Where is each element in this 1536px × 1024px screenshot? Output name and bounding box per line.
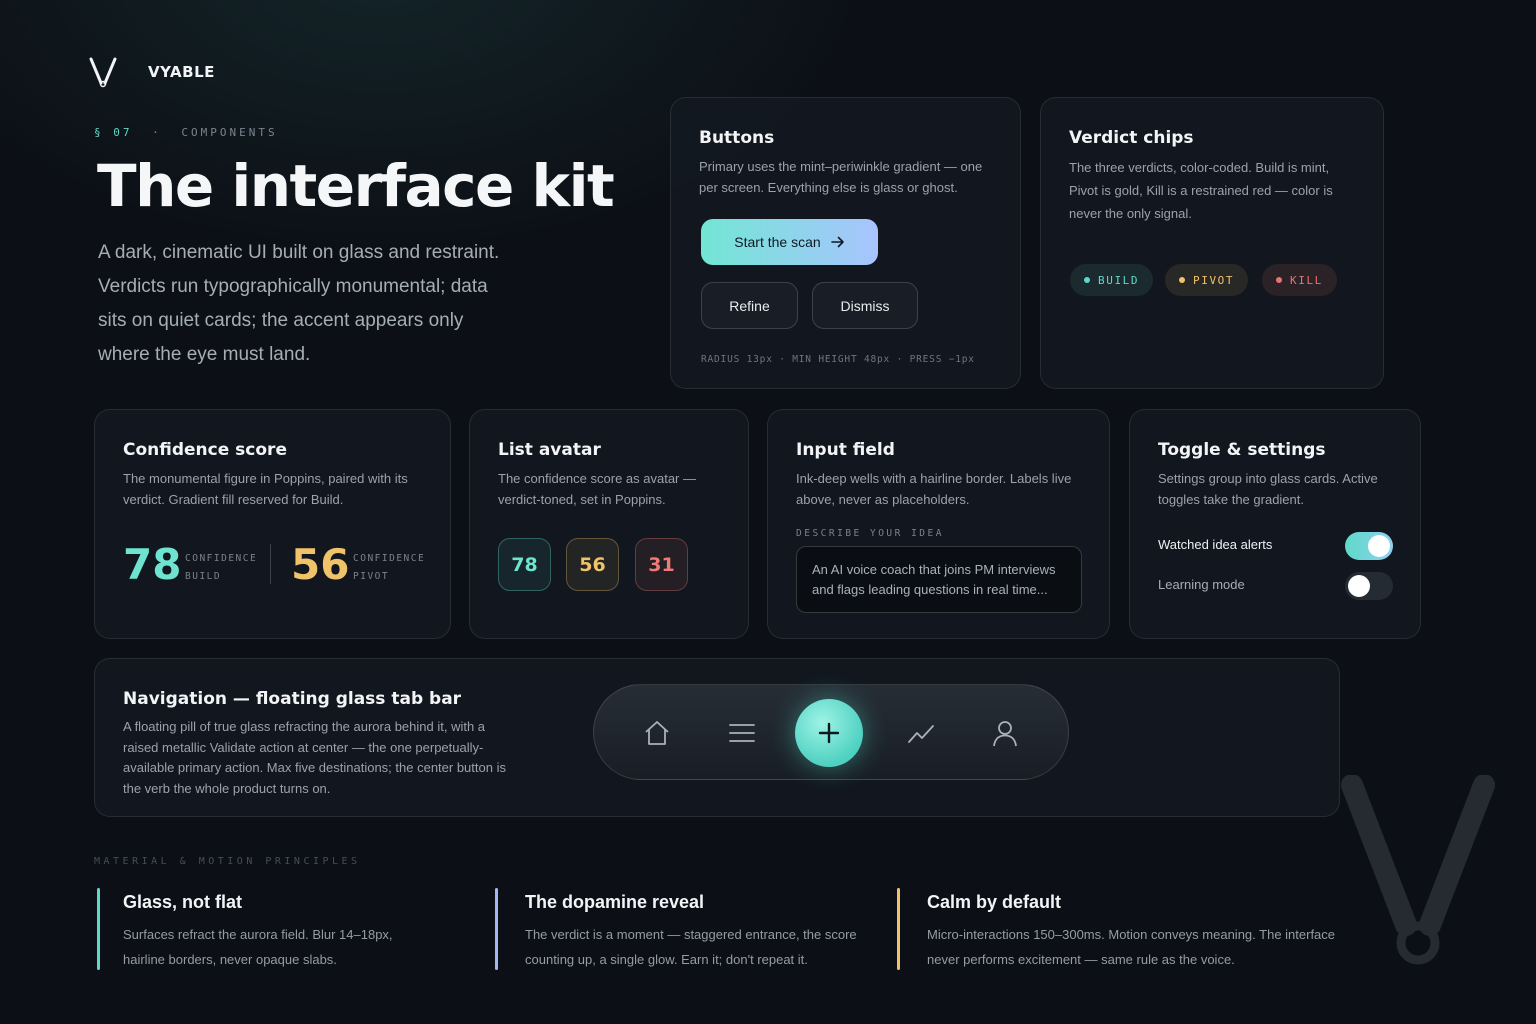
chip-dot (1179, 277, 1185, 283)
validate-plus-button[interactable] (795, 699, 863, 767)
principle-glass: Glass, not flat Surfaces refract the aur… (97, 888, 427, 972)
chip-dot (1276, 277, 1282, 283)
confidence-label-build: CONFIDENCE BUILD (185, 550, 257, 586)
card-description: Ink-deep wells with a hairline border. L… (796, 471, 1072, 507)
toggle-label-alerts: Watched idea alerts (1158, 537, 1273, 552)
trend-icon[interactable] (906, 718, 936, 748)
principle-title: Calm by default (927, 892, 1062, 912)
label-line: CONFIDENCE (353, 553, 426, 564)
accent-bar (495, 888, 498, 970)
toggle-label-learning: Learning mode (1158, 577, 1245, 592)
label-line: BUILD (185, 571, 222, 582)
buttons-card: Buttons Primary uses the mint–periwinkle… (670, 97, 1021, 389)
card-description: The confidence score as avatar — verdict… (498, 471, 696, 507)
home-icon[interactable] (642, 718, 672, 748)
card-title: Confidence score (123, 440, 287, 460)
plus-icon (818, 722, 840, 744)
card-title: Toggle & settings (1158, 440, 1326, 460)
eyebrow-separator: · (152, 126, 162, 139)
floating-tab-bar (593, 684, 1069, 780)
brand[interactable]: VYABLE (88, 56, 215, 88)
toggle-knob (1368, 535, 1390, 557)
v-mark-icon (89, 57, 117, 88)
card-title: Verdict chips (1069, 128, 1194, 148)
brand-name: VYABLE (148, 63, 215, 81)
button-label: Start the scan (734, 234, 821, 250)
card-description: A floating pill of true glass refracting… (123, 719, 506, 796)
principle-text: Surfaces refract the aurora field. Blur … (123, 927, 393, 967)
learning-mode-toggle[interactable] (1345, 572, 1393, 600)
list-avatar-card: List avatar The confidence score as avat… (469, 409, 749, 639)
chip-build[interactable]: BUILD (1070, 264, 1154, 296)
start-scan-button[interactable]: Start the scan (701, 219, 878, 265)
arrow-right-icon (830, 236, 844, 248)
chip-label: PIVOT (1193, 273, 1235, 287)
principle-text: Micro-interactions 150–300ms. Motion con… (927, 927, 1336, 967)
label-line: PIVOT (353, 571, 390, 582)
chip-pivot[interactable]: PIVOT (1165, 264, 1249, 296)
section-number: § 07 (94, 126, 133, 139)
idea-input[interactable]: An AI voice coach that joins PM intervie… (796, 546, 1082, 613)
principle-calm: Calm by default Micro-interactions 150–3… (897, 888, 1337, 972)
confidence-card: Confidence score The monumental figure i… (94, 409, 451, 639)
refine-button[interactable]: Refine (701, 282, 798, 329)
section-eyebrow: § 07 · COMPONENTS (94, 126, 278, 139)
card-description: The monumental figure in Poppins, paired… (123, 471, 408, 507)
navigation-card: Navigation — floating glass tab bar A fl… (94, 658, 1340, 817)
chip-label: KILL (1290, 273, 1323, 287)
confidence-label-pivot: CONFIDENCE PIVOT (353, 550, 425, 586)
v-watermark-icon (1341, 775, 1495, 965)
chip-dot (1084, 277, 1090, 283)
watched-alerts-toggle[interactable] (1345, 532, 1393, 560)
section-label: COMPONENTS (181, 126, 278, 139)
principle-dopamine: The dopamine reveal The verdict is a mom… (495, 888, 875, 972)
toggle-settings-card: Toggle & settings Settings group into gl… (1129, 409, 1421, 639)
principles-section-label: MATERIAL & MOTION PRINCIPLES (94, 856, 361, 867)
avatar-kill[interactable]: 31 (635, 538, 688, 591)
profile-icon[interactable] (990, 718, 1020, 748)
card-title: Input field (796, 440, 895, 460)
input-field-card: Input field Ink-deep wells with a hairli… (767, 409, 1110, 639)
confidence-value-pivot: 56 (291, 540, 350, 589)
chip-label: BUILD (1098, 273, 1140, 287)
principle-title: Glass, not flat (123, 892, 243, 912)
card-description: The three verdicts, color-coded. Build i… (1069, 160, 1333, 221)
list-icon[interactable] (727, 718, 757, 748)
verdict-chips-card: Verdict chips The three verdicts, color-… (1040, 97, 1384, 389)
field-label: DESCRIBE YOUR IDEA (796, 528, 944, 539)
principle-text: The verdict is a moment — staggered entr… (525, 927, 857, 967)
accent-bar (897, 888, 900, 970)
avatar-pivot[interactable]: 56 (566, 538, 619, 591)
accent-bar (97, 888, 100, 970)
card-description: Primary uses the mint–periwinkle gradien… (699, 159, 983, 195)
page-title: The interface kit (97, 152, 615, 220)
button-spec: RADIUS 13px · MIN HEIGHT 48px · PRESS −1… (701, 354, 975, 365)
card-title: Buttons (699, 128, 775, 148)
label-line: CONFIDENCE (185, 553, 258, 564)
card-title: List avatar (498, 440, 601, 460)
card-description: Settings group into glass cards. Active … (1158, 471, 1378, 507)
dismiss-button[interactable]: Dismiss (812, 282, 918, 329)
page-subtitle: A dark, cinematic UI built on glass and … (98, 242, 500, 365)
divider (270, 544, 271, 584)
chip-kill[interactable]: KILL (1262, 264, 1337, 296)
principle-title: The dopamine reveal (525, 892, 705, 912)
avatar-build[interactable]: 78 (498, 538, 551, 591)
card-title: Navigation — floating glass tab bar (123, 689, 462, 709)
toggle-knob (1348, 575, 1370, 597)
confidence-value-build: 78 (123, 540, 182, 589)
